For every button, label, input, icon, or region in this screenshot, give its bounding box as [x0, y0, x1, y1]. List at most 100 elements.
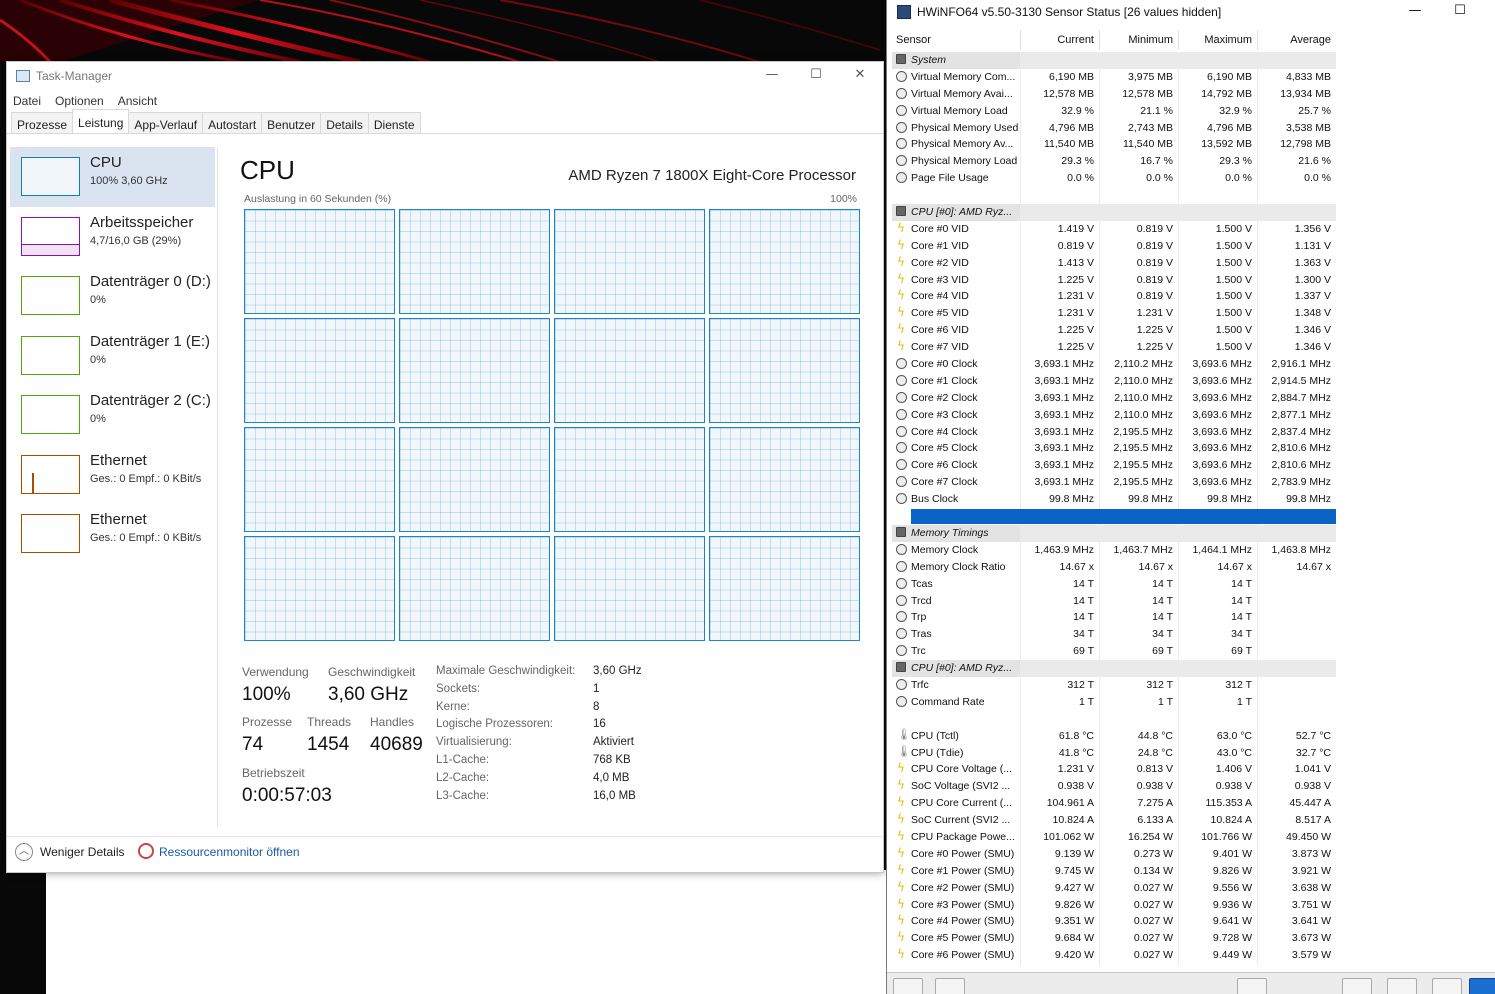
menu-datei[interactable]: Datei	[13, 94, 41, 112]
sensor-row[interactable]: ϟ Core #0 Power (SMU) 9.139 W 0.273 W 9.401 …	[892, 846, 1336, 863]
sidebar-item-ethernet-1[interactable]: Ethernet Ges.: 0 Empf.: 0 KBit/s	[10, 504, 215, 564]
hwinfo-icon	[897, 5, 911, 19]
sensor-group-row[interactable]: CPU [#0]: AMD Ryz...	[892, 204, 1336, 221]
sensor-row[interactable]: ϟ Core #5 VID 1.231 V 1.231 V 1.500 V 1.348 V	[892, 305, 1336, 322]
sensor-row[interactable]: Virtual Memory Load 32.9 % 21.1 % 32.9 % 25.…	[892, 103, 1336, 120]
nav-arrows-button-2[interactable]	[935, 978, 965, 994]
sensor-row[interactable]: 🌡 CPU (Tctl) 61.8 °C 44.8 °C 63.0 °C 52.7 °C	[892, 728, 1336, 745]
sensor-row[interactable]: Core #6 Clock 3,693.1 MHz 2,195.5 MHz 3,693…	[892, 457, 1336, 474]
sensor-row[interactable]: ϟ Core #0 VID 1.419 V 0.819 V 1.500 V 1.356 V	[892, 221, 1336, 238]
sensor-row[interactable]: ϟ SoC Voltage (SVI2 ... 0.938 V 0.938 V 0.93…	[892, 778, 1336, 795]
sensor-maximum: 63.0 °C	[1216, 729, 1252, 742]
title-bar[interactable]: Task-Manager — ☐ ✕	[7, 62, 883, 90]
sensor-row[interactable]: ϟ Core #5 Power (SMU) 9.684 W 0.027 W 9.728 …	[892, 930, 1336, 947]
selected-row[interactable]	[892, 508, 1336, 525]
sensor-row[interactable]: Virtual Memory Avai... 12,578 MB 12,578 MB…	[892, 86, 1336, 103]
sensor-row[interactable]: ϟ Core #7 VID 1.225 V 1.225 V 1.500 V 1.346 V	[892, 339, 1336, 356]
sensor-name: Core #3 VID	[911, 273, 969, 286]
sensor-group-row[interactable]: System	[892, 52, 1336, 69]
network-icon[interactable]	[1237, 978, 1267, 994]
tab-autostart[interactable]: Autostart	[202, 112, 263, 133]
header-current[interactable]: Current	[1057, 34, 1094, 46]
sensor-row[interactable]: Tcas 14 T 14 T 14 T	[892, 576, 1336, 593]
background-window	[46, 870, 886, 994]
hw-maximize-button[interactable]: ☐	[1437, 0, 1483, 26]
sensor-row[interactable]: ϟ CPU Core Current (... 104.961 A 7.275 A 11…	[892, 795, 1336, 812]
close-button[interactable]: ✕	[837, 62, 883, 90]
sensor-row[interactable]: ϟ SoC Current (SVI2 ... 10.824 A 6.133 A 10.…	[892, 812, 1336, 829]
tab-dienste[interactable]: Dienste	[367, 112, 421, 133]
sensor-row[interactable]: Bus Clock 99.8 MHz 99.8 MHz 99.8 MHz 99.8 MH…	[892, 491, 1336, 508]
sensor-minimum: 6.133 A	[1137, 814, 1173, 827]
sensor-row[interactable]: Core #0 Clock 3,693.1 MHz 2,110.2 MHz 3,693…	[892, 356, 1336, 373]
sensor-row[interactable]: Memory Clock 1,463.9 MHz 1,463.7 MHz 1,464.…	[892, 542, 1336, 559]
settings-icon[interactable]	[1432, 978, 1462, 994]
sensor-row[interactable]: ϟ Core #4 VID 1.231 V 0.819 V 1.500 V 1.337 V	[892, 288, 1336, 305]
sensor-group-row[interactable]: Memory Timings	[892, 524, 1336, 542]
sensor-row[interactable]: Core #5 Clock 3,693.1 MHz 2,195.5 MHz 3,693…	[892, 440, 1336, 457]
hw-title-bar[interactable]: HWiNFO64 v5.50-3130 Sensor Status [26 va…	[887, 0, 1495, 24]
report-icon[interactable]	[1387, 978, 1417, 994]
sidebar-item-disk-0[interactable]: Datenträger 0 (D:) 0%	[10, 266, 215, 326]
header-minimum[interactable]: Minimum	[1128, 34, 1173, 46]
sensor-row[interactable]: Trfc 312 T 312 T 312 T	[892, 677, 1336, 694]
selection-bar	[911, 509, 1336, 524]
sensor-row[interactable]: Trcd 14 T 14 T 14 T	[892, 593, 1336, 610]
clock-icon[interactable]	[1342, 978, 1372, 994]
sensor-name: Core #4 VID	[911, 290, 969, 303]
sensor-row[interactable]: ϟ Core #2 Power (SMU) 9.427 W 0.027 W 9.556 …	[892, 880, 1336, 897]
tab-details[interactable]: Details	[320, 112, 369, 133]
resource-monitor-icon[interactable]	[138, 843, 154, 859]
tab-app-verlauf[interactable]: App-Verlauf	[128, 112, 204, 133]
sensor-current: 1.225 V	[1057, 273, 1094, 286]
sensor-row[interactable]: ϟ Core #6 VID 1.225 V 1.225 V 1.500 V 1.346 V	[892, 322, 1336, 339]
sensor-group-row[interactable]: CPU [#0]: AMD Ryz...	[892, 660, 1336, 677]
sensor-name: Physical Memory Av...	[911, 138, 1014, 151]
header-maximum[interactable]: Maximum	[1204, 34, 1252, 46]
sensor-row[interactable]: ϟ Core #4 Power (SMU) 9.351 W 0.027 W 9.641 …	[892, 913, 1336, 930]
sensor-row[interactable]: ϟ Core #1 VID 0.819 V 0.819 V 1.500 V 1.131 V	[892, 238, 1336, 255]
sensor-row[interactable]: ϟ Core #2 VID 1.413 V 0.819 V 1.500 V 1.363 V	[892, 255, 1336, 272]
tab-benutzer[interactable]: Benutzer	[261, 112, 322, 133]
tab-prozesse[interactable]: Prozesse	[11, 112, 74, 133]
sidebar-item-disk-1[interactable]: Datenträger 1 (E:) 0%	[10, 326, 215, 386]
sensor-row[interactable]: Core #3 Clock 3,693.1 MHz 2,110.0 MHz 3,693…	[892, 407, 1336, 424]
sensor-row[interactable]: Trp 14 T 14 T 14 T	[892, 609, 1336, 626]
bolt-icon: ϟ	[897, 322, 905, 337]
sensor-row[interactable]: Tras 34 T 34 T 34 T	[892, 626, 1336, 643]
sensor-row[interactable]: ϟ Core #3 Power (SMU) 9.826 W 0.027 W 9.936 …	[892, 897, 1336, 914]
sensor-row[interactable]: Command Rate 1 T 1 T 1 T	[892, 694, 1336, 711]
close-sensors-icon[interactable]	[1469, 978, 1495, 994]
sensor-row[interactable]: ϟ CPU Package Powe... 101.062 W 16.254 W 101…	[892, 829, 1336, 846]
sensor-row[interactable]: ϟ Core #1 Power (SMU) 9.745 W 0.134 W 9.826 …	[892, 863, 1336, 880]
sidebar-item-ethernet-0[interactable]: Ethernet Ges.: 0 Empf.: 0 KBit/s	[10, 445, 215, 505]
sensor-row[interactable]: ϟ CPU Core Voltage (... 1.231 V 0.813 V 1.40…	[892, 761, 1336, 778]
chevron-up-icon[interactable]: ︿	[15, 843, 33, 861]
sidebar-item-disk-2[interactable]: Datenträger 2 (C:) 0%	[10, 385, 215, 445]
sensor-row[interactable]: ϟ Core #3 VID 1.225 V 0.819 V 1.500 V 1.300 V	[892, 272, 1336, 289]
hw-minimize-button[interactable]: —	[1392, 0, 1438, 26]
sensor-row[interactable]: Core #7 Clock 3,693.1 MHz 2,195.5 MHz 3,693…	[892, 474, 1336, 491]
resource-monitor-link[interactable]: Ressourcenmonitor öffnen	[159, 845, 300, 859]
header-sensor[interactable]: Sensor	[896, 34, 931, 46]
sensor-row[interactable]: Physical Memory Av... 11,540 MB 11,540 MB 1…	[892, 136, 1336, 153]
sensor-row[interactable]: Physical Memory Used 4,796 MB 2,743 MB 4,79…	[892, 120, 1336, 137]
sidebar-item-memory[interactable]: Arbeitsspeicher 4,7/16,0 GB (29%)	[10, 207, 215, 267]
nav-arrows-button[interactable]	[893, 978, 923, 994]
sensor-row[interactable]: Core #2 Clock 3,693.1 MHz 2,110.0 MHz 3,693…	[892, 390, 1336, 407]
sensor-row[interactable]: Core #1 Clock 3,693.1 MHz 2,110.0 MHz 3,693…	[892, 373, 1336, 390]
sidebar-item-cpu[interactable]: CPU 100% 3,60 GHz	[10, 147, 215, 207]
sensor-row[interactable]: Trc 69 T 69 T 69 T	[892, 643, 1336, 660]
sensor-row[interactable]: Virtual Memory Com... 6,190 MB 3,975 MB 6,1…	[892, 69, 1336, 86]
tab-leistung[interactable]: Leistung	[72, 109, 130, 132]
sensor-row[interactable]: Memory Clock Ratio 14.67 x 14.67 x 14.67 x 1…	[892, 559, 1336, 576]
sensor-row[interactable]: Physical Memory Load 29.3 % 16.7 % 29.3 % 21…	[892, 153, 1336, 170]
fewer-details-link[interactable]: Weniger Details	[40, 845, 124, 859]
sensor-row[interactable]: Core #4 Clock 3,693.1 MHz 2,195.5 MHz 3,693…	[892, 424, 1336, 441]
maximize-button[interactable]: ☐	[793, 62, 839, 90]
header-average[interactable]: Average	[1290, 34, 1331, 46]
sensor-row[interactable]: 🌡 CPU (Tdie) 41.8 °C 24.8 °C 43.0 °C 32.7 °C	[892, 745, 1336, 762]
sensor-row[interactable]: ϟ Core #6 Power (SMU) 9.420 W 0.027 W 9.449 …	[892, 947, 1336, 964]
minimize-button[interactable]: —	[749, 62, 795, 90]
sensor-row[interactable]: Page File Usage 0.0 % 0.0 % 0.0 % 0.0 %	[892, 170, 1336, 187]
